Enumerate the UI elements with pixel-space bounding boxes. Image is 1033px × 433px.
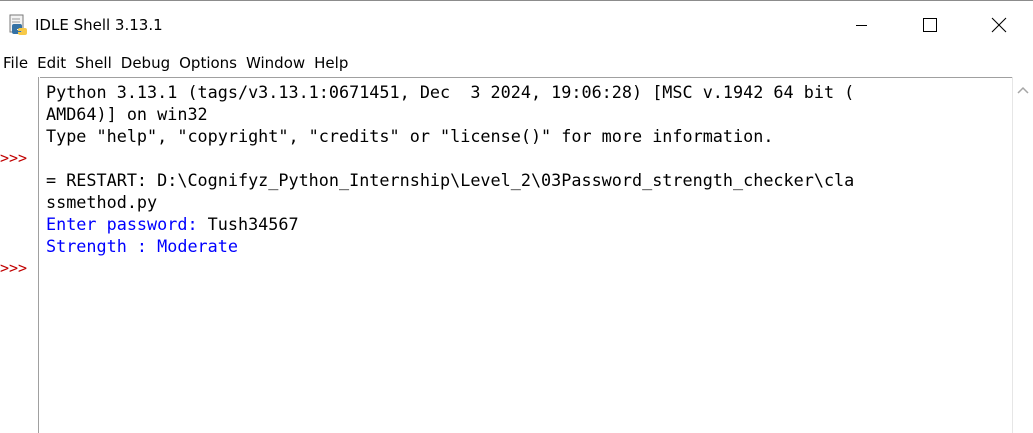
password-prompt-line: Enter password: Tush34567	[46, 213, 299, 235]
shell-prompt: >>>	[0, 149, 28, 167]
menu-file[interactable]: File	[0, 51, 32, 75]
prompt-gutter: >>> >>>	[0, 77, 39, 433]
close-icon	[991, 17, 1007, 33]
menu-edit[interactable]: Edit	[34, 51, 70, 75]
menu-help[interactable]: Help	[311, 51, 352, 75]
menu-window[interactable]: Window	[243, 51, 309, 75]
minimize-icon	[856, 25, 867, 26]
strength-result-line: Strength : Moderate	[46, 236, 238, 256]
close-button[interactable]	[965, 1, 1033, 49]
menu-options[interactable]: Options	[176, 51, 241, 75]
python-idle-icon	[9, 14, 27, 35]
minimize-button[interactable]	[828, 1, 896, 49]
menu-bar: File Edit Shell Debug Options Window Hel…	[0, 51, 1033, 75]
password-input-value: Tush34567	[207, 214, 299, 234]
scroll-up-arrow-icon[interactable]	[1017, 85, 1029, 95]
vertical-scrollbar[interactable]	[1012, 77, 1033, 433]
window-title: IDLE Shell 3.13.1	[35, 16, 163, 34]
maximize-icon	[923, 18, 937, 32]
restart-line-continued: ssmethod.py	[46, 192, 158, 212]
password-prompt-label: Enter password:	[46, 214, 208, 234]
restart-line: = RESTART: D:\Cognifyz_Python_Internship…	[46, 170, 855, 190]
output-line: Python 3.13.1 (tags/v3.13.1:0671451, Dec…	[46, 82, 855, 102]
menu-shell[interactable]: Shell	[72, 51, 116, 75]
output-line: AMD64)] on win32	[46, 104, 208, 124]
output-line: Type "help", "copyright", "credits" or "…	[46, 126, 774, 146]
idle-shell-window: IDLE Shell 3.13.1 File Edit Shell Debug …	[0, 0, 1033, 433]
title-bar[interactable]: IDLE Shell 3.13.1	[0, 1, 1033, 49]
menu-debug[interactable]: Debug	[118, 51, 174, 75]
shell-prompt: >>>	[0, 259, 28, 277]
maximize-button[interactable]	[896, 1, 964, 49]
shell-output-area[interactable]: Python 3.13.1 (tags/v3.13.1:0671451, Dec…	[40, 77, 1012, 433]
